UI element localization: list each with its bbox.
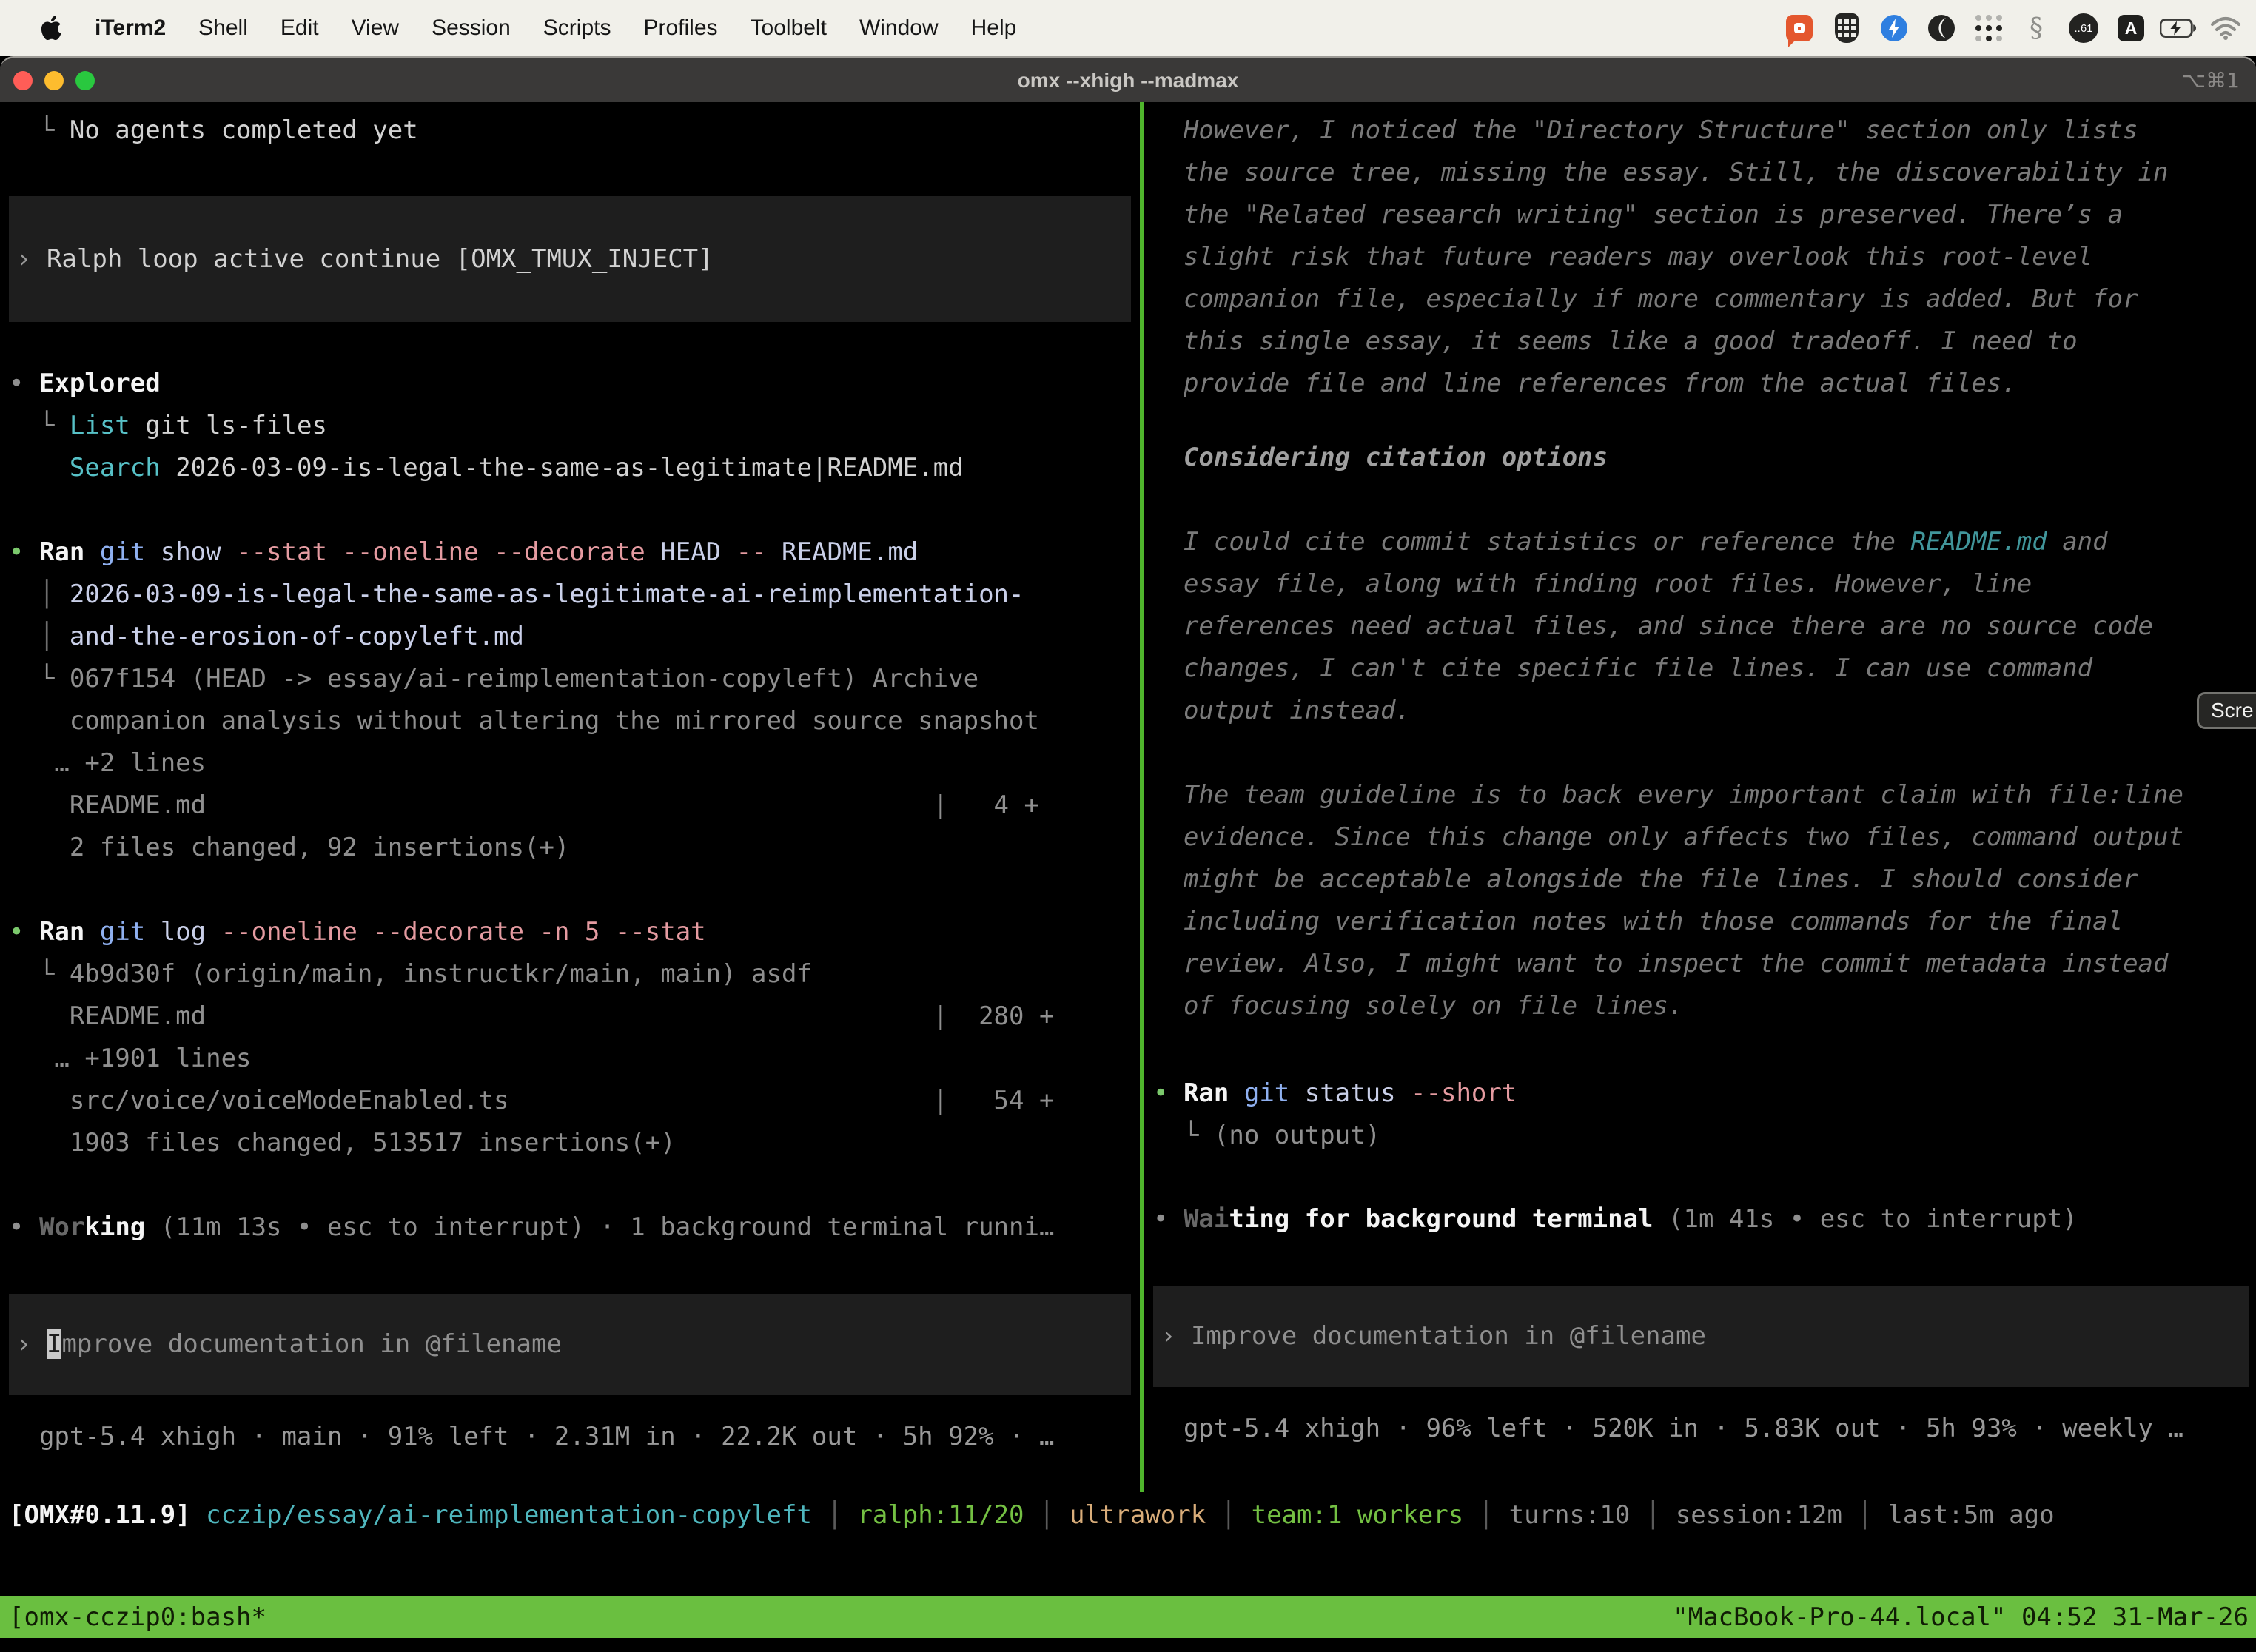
terminal-line: slight risk that future readers may over… bbox=[1153, 236, 2256, 278]
terminal-line: including verification notes with those … bbox=[1153, 901, 2256, 943]
terminal-line: README.md | 4 + bbox=[9, 785, 1140, 827]
omx-status-bar: [OMX#0.11.9] cczip/essay/ai-reimplementa… bbox=[9, 1494, 2256, 1537]
menu-item-toolbelt[interactable]: Toolbelt bbox=[751, 16, 827, 41]
git-show-block: • Ran git show --stat --oneline --decora… bbox=[9, 531, 1140, 869]
iterm2-window: omx --xhigh --madmax ⌥⌘1 └ No agents com… bbox=[0, 56, 2256, 1652]
menu-item-help[interactable]: Help bbox=[971, 16, 1017, 41]
screen-tooltip: Scre bbox=[2197, 692, 2256, 729]
tmux-session-name: [omx-cczip0:bash* bbox=[9, 1602, 266, 1632]
prompt-input-right[interactable]: › Improve documentation in @filename bbox=[1153, 1286, 2249, 1387]
menu-item-view[interactable]: View bbox=[352, 16, 399, 41]
terminal-line: references need actual files, and since … bbox=[1153, 605, 2256, 648]
terminal-line: 2 files changed, 92 insertions(+) bbox=[9, 827, 1140, 869]
terminal-line: the "Related research writing" section i… bbox=[1153, 194, 2256, 236]
terminal-line: • Ran git show --stat --oneline --decora… bbox=[9, 531, 1140, 574]
window-shortcut-hint: ⌥⌘1 bbox=[2182, 68, 2240, 93]
terminal-line: … +1901 lines bbox=[9, 1038, 1140, 1080]
session-status-left: gpt-5.4 xhigh · main · 91% left · 2.31M … bbox=[9, 1416, 1140, 1458]
terminal-line: │ 2026-03-09-is-legal-the-same-as-legiti… bbox=[9, 574, 1140, 616]
terminal-line: essay file, along with finding root file… bbox=[1153, 563, 2256, 605]
right-pane[interactable]: However, I noticed the "Directory Struct… bbox=[1144, 102, 2256, 1450]
menu-item-shell[interactable]: Shell bbox=[198, 16, 248, 41]
menu-item-iterm2[interactable]: iTerm2 bbox=[95, 16, 166, 41]
prompt-text-left: › Improve documentation in @filename bbox=[16, 1323, 562, 1366]
terminal-line: • Ran git status --short bbox=[1153, 1072, 2256, 1115]
terminal-line: └ 4b9d30f (origin/main, instructkr/main,… bbox=[9, 953, 1140, 995]
apple-icon bbox=[37, 13, 62, 43]
wifi-icon[interactable] bbox=[2207, 10, 2244, 47]
window-title: omx --xhigh --madmax bbox=[0, 69, 2256, 93]
terminal-line: output instead. bbox=[1153, 690, 2256, 732]
prompt-input-left[interactable]: › Improve documentation in @filename bbox=[9, 1294, 1131, 1395]
terminal-content: └ No agents completed yet › Ralph loop a… bbox=[0, 102, 2256, 1652]
terminal-line: might be acceptable alongside the file l… bbox=[1153, 859, 2256, 901]
battery-charging-icon[interactable] bbox=[2160, 10, 2197, 47]
keyboard-layout-icon[interactable]: A bbox=[2112, 10, 2149, 47]
terminal-line: review. Also, I might want to inspect th… bbox=[1153, 943, 2256, 985]
terminal-line: However, I noticed the "Directory Struct… bbox=[1153, 110, 2256, 152]
screen-tooltip-text: Scre bbox=[2211, 699, 2254, 722]
terminal-line: I could cite commit statistics or refere… bbox=[1153, 521, 2256, 563]
menu-item-session[interactable]: Session bbox=[432, 16, 511, 41]
terminal-line: of focusing solely on file lines. bbox=[1153, 985, 2256, 1027]
explored-block: • Explored └ List git ls-files Search 20… bbox=[9, 363, 1140, 489]
prompt-text-right: › Improve documentation in @filename bbox=[1161, 1315, 1706, 1357]
terminal-line: evidence. Since this change only affects… bbox=[1153, 816, 2256, 859]
menu-item-profiles[interactable]: Profiles bbox=[643, 16, 717, 41]
terminal-line: companion file, especially if more comme… bbox=[1153, 278, 2256, 320]
terminal-line: • Ran git log --oneline --decorate -n 5 … bbox=[9, 911, 1140, 953]
title-bar: omx --xhigh --madmax ⌥⌘1 bbox=[0, 58, 2256, 102]
ralph-inject-line: › Ralph loop active continue [OMX_TMUX_I… bbox=[16, 238, 714, 281]
keyboard-layout-label: A bbox=[2118, 15, 2144, 41]
desktop: iTerm2 Shell Edit View Session Scripts P… bbox=[0, 0, 2256, 1652]
apple-menu[interactable] bbox=[37, 13, 62, 43]
menubar-status-icons: § ..61 A bbox=[1781, 10, 2244, 47]
menu-bar: iTerm2 Shell Edit View Session Scripts P… bbox=[0, 0, 2256, 56]
tmux-status-bar: [omx-cczip0:bash* "MacBook-Pro-44.local"… bbox=[0, 1596, 2256, 1638]
terminal-line: changes, I can't cite specific file line… bbox=[1153, 648, 2256, 690]
terminal-line: └ 067f154 (HEAD -> essay/ai-reimplementa… bbox=[9, 658, 1140, 700]
git-status-block: • Ran git status --short └ (no output) bbox=[1153, 1072, 2256, 1157]
terminal-line: this single essay, it seems like a good … bbox=[1153, 320, 2256, 363]
terminal-line: The team guideline is to back every impo… bbox=[1153, 774, 2256, 816]
working-status-line: • Working (11m 13s • esc to interrupt) ·… bbox=[9, 1206, 1140, 1249]
thinking-heading: Considering citation options bbox=[1153, 437, 2256, 479]
agents-line: └ No agents completed yet bbox=[9, 110, 1140, 152]
terminal-line: 1903 files changed, 513517 insertions(+) bbox=[9, 1122, 1140, 1164]
terminal-line: └ List git ls-files bbox=[9, 405, 1140, 447]
shield-grid-icon[interactable] bbox=[1828, 10, 1865, 47]
terminal-line: │ and-the-erosion-of-copyleft.md bbox=[9, 616, 1140, 658]
git-log-block: • Ran git log --oneline --decorate -n 5 … bbox=[9, 911, 1140, 1164]
spark-badge-icon[interactable] bbox=[1876, 10, 1913, 47]
terminal-line: └ (no output) bbox=[1153, 1115, 2256, 1157]
pac-circle-icon[interactable] bbox=[1923, 10, 1960, 47]
badge-61-label: ..61 bbox=[2069, 13, 2098, 43]
badge-61-icon[interactable]: ..61 bbox=[2065, 10, 2102, 47]
tmux-host-clock: "MacBook-Pro-44.local" 04:52 31-Mar-26 bbox=[1673, 1602, 2249, 1632]
ralph-inject-box: › Ralph loop active continue [OMX_TMUX_I… bbox=[9, 196, 1131, 322]
session-status-right: gpt-5.4 xhigh · 96% left · 520K in · 5.8… bbox=[1153, 1408, 2256, 1450]
terminal-line: companion analysis without altering the … bbox=[9, 700, 1140, 742]
menu-item-edit[interactable]: Edit bbox=[281, 16, 319, 41]
thinking-paragraph-1: However, I noticed the "Directory Struct… bbox=[1153, 110, 2256, 405]
left-pane[interactable]: └ No agents completed yet › Ralph loop a… bbox=[0, 102, 1140, 1458]
terminal-line: Search 2026-03-09-is-legal-the-same-as-l… bbox=[9, 447, 1140, 489]
screenshot-app-icon[interactable] bbox=[1781, 10, 1818, 47]
thinking-paragraph-2: I could cite commit statistics or refere… bbox=[1153, 521, 2256, 732]
waiting-status-line: • Waiting for background terminal (1m 41… bbox=[1153, 1198, 2256, 1240]
terminal-line: src/voice/voiceModeEnabled.ts | 54 + bbox=[9, 1080, 1140, 1122]
dots-grid-icon[interactable] bbox=[1970, 10, 2007, 47]
menu-item-scripts[interactable]: Scripts bbox=[543, 16, 611, 41]
thinking-paragraph-3: The team guideline is to back every impo… bbox=[1153, 774, 2256, 1027]
terminal-line: the source tree, missing the essay. Stil… bbox=[1153, 152, 2256, 194]
terminal-line: • Explored bbox=[9, 363, 1140, 405]
terminal-line: README.md | 280 + bbox=[9, 995, 1140, 1038]
menu-item-window[interactable]: Window bbox=[859, 16, 939, 41]
squiggle-icon[interactable]: § bbox=[2018, 10, 2055, 47]
terminal-line: provide file and line references from th… bbox=[1153, 363, 2256, 405]
terminal-line: … +2 lines bbox=[9, 742, 1140, 785]
